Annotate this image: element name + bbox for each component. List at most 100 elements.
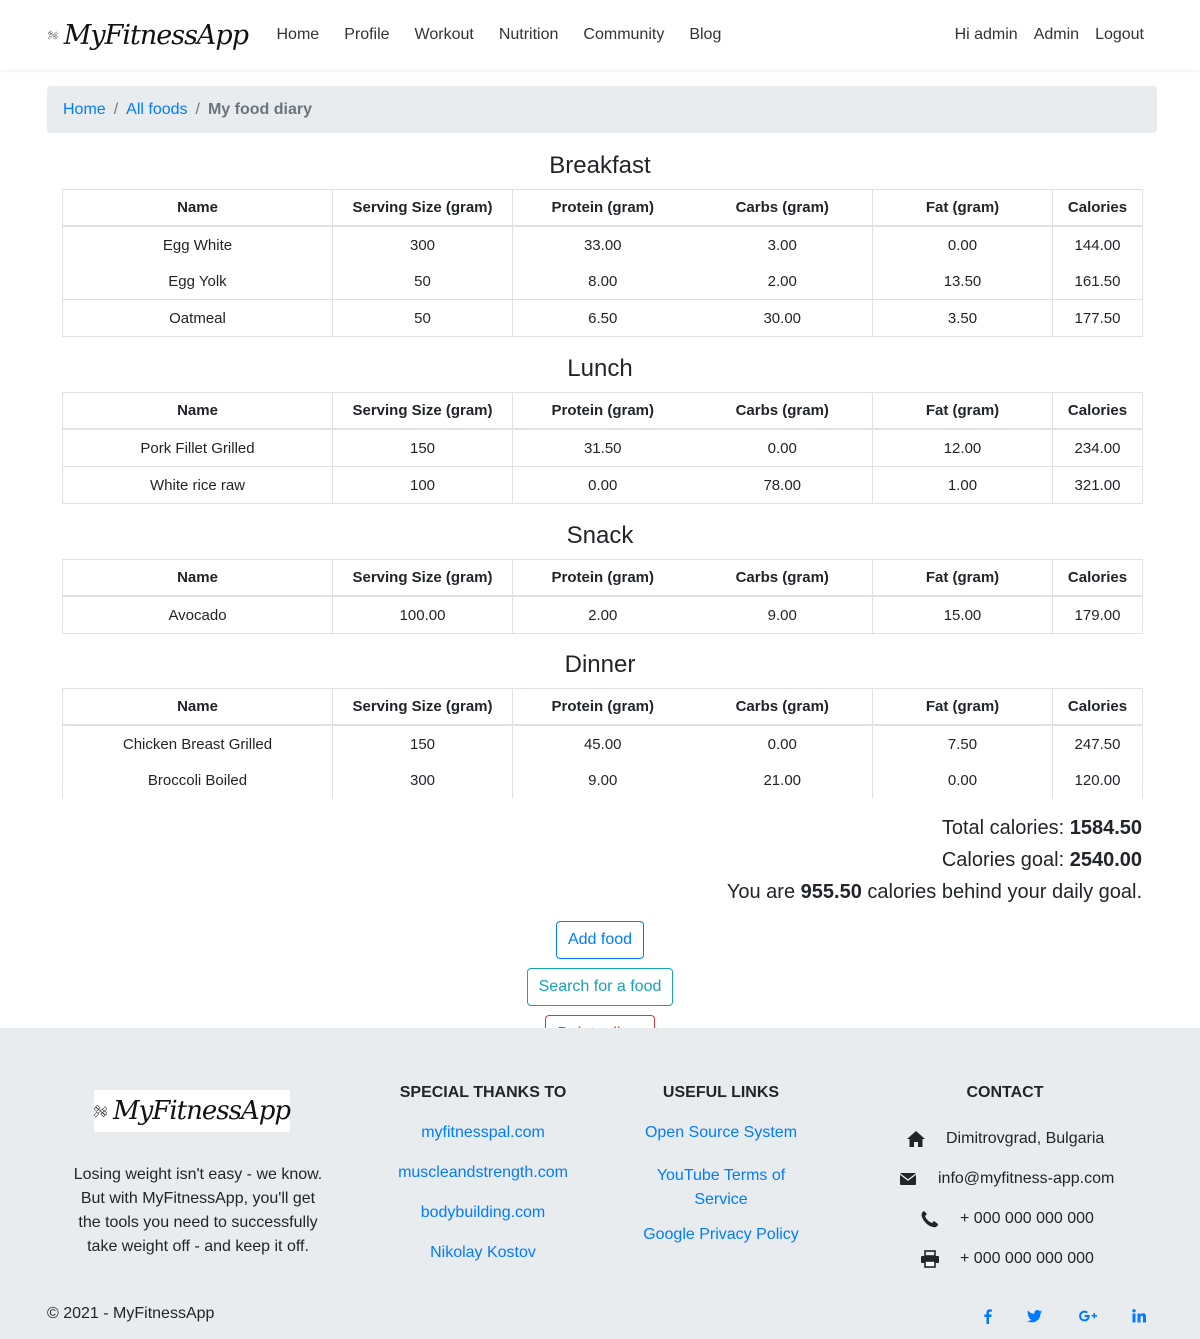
food-cell: 234.00 — [1052, 429, 1143, 467]
breadcrumb-home[interactable]: Home — [63, 101, 106, 119]
nav-home[interactable]: Home — [264, 0, 332, 70]
nav-logout[interactable]: Logout — [1087, 0, 1152, 70]
dumbbell-logo-icon — [94, 1104, 107, 1118]
useful-link[interactable]: YouTube Terms of Service — [631, 1164, 811, 1212]
twitter-icon[interactable] — [1027, 1308, 1043, 1324]
food-cell: 9.00 — [692, 596, 873, 634]
nav-profile[interactable]: Profile — [332, 0, 402, 70]
breakfast-title: Breakfast — [549, 152, 651, 179]
food-cell: Pork Fillet Grilled — [62, 429, 333, 467]
linkedin-icon[interactable] — [1131, 1308, 1147, 1324]
contact-address: Dimitrovgrad, Bulgaria — [906, 1130, 1104, 1148]
food-cell: White rice raw — [62, 466, 333, 504]
food-cell: 150 — [332, 429, 513, 467]
useful-links-heading: USEFUL LINKS — [662, 1084, 780, 1101]
column-header: Name — [62, 559, 333, 597]
food-cell: 0.00 — [872, 226, 1053, 263]
total-calories-label: Total calories: — [941, 817, 1065, 839]
thanks-link[interactable]: Nikolay Kostov — [383, 1244, 583, 1262]
useful-link[interactable]: Google Privacy Policy — [631, 1226, 811, 1244]
thanks-link[interactable]: myfitnesspal.com — [383, 1124, 583, 1142]
food-row: White rice raw 100 0.00 78.00 1.00 321.00 — [62, 466, 1143, 504]
navbar: MyFitnessApp Home Profile Workout Nutrit… — [0, 0, 1200, 70]
food-cell: 300 — [332, 762, 513, 798]
facebook-icon[interactable] — [980, 1308, 996, 1324]
food-cell: Chicken Breast Grilled — [62, 725, 333, 762]
footer-about: Losing weight isn't easy - we know. But … — [73, 1166, 323, 1255]
calories-goal: Calories goal: 2540.00 — [62, 844, 1142, 876]
nav-admin[interactable]: Admin — [1026, 0, 1087, 70]
food-cell: 33.00 — [583, 236, 622, 254]
footer-thanks: SPECIAL THANKS TO myfitnesspal.com muscl… — [383, 1084, 583, 1262]
totals-summary: Total calories: 1584.50 Calories goal: 2… — [62, 812, 1142, 908]
column-header: Serving Size (gram) — [332, 392, 513, 430]
nav-workout[interactable]: Workout — [402, 0, 486, 70]
food-cell: 6.50 — [512, 299, 693, 337]
food-cell: 3.50 — [872, 299, 1053, 337]
breadcrumb-separator: / — [113, 100, 119, 118]
column-header: Protein (gram) — [512, 189, 693, 227]
snack-title: Snack — [566, 522, 634, 549]
phone-icon — [921, 1211, 938, 1228]
home-icon — [907, 1131, 925, 1147]
column-header: Name — [62, 189, 333, 227]
add-food-button[interactable]: Add food — [555, 921, 645, 959]
food-cell: 21.00 — [692, 762, 873, 798]
contact-email-text[interactable]: info@myfitness-app.com — [938, 1170, 1114, 1188]
food-cell: 12.00 — [872, 429, 1053, 467]
food-cell: 8.00 — [588, 272, 618, 290]
breadcrumb: Home / All foods / My food diary — [47, 86, 1157, 133]
breadcrumb-current: My food diary — [207, 100, 312, 118]
contact-heading: CONTACT — [966, 1084, 1044, 1101]
search-food-button[interactable]: Search for a food — [526, 968, 674, 1006]
column-header: Calories — [1052, 559, 1143, 597]
column-header: Name — [62, 688, 333, 726]
food-cell: 100 — [332, 466, 513, 504]
total-calories-value: 1584.50 — [1069, 817, 1142, 839]
food-row: Egg White 300 33.00 3.00 0.00 144.00 — [62, 226, 1143, 263]
column-header: Fat (gram) — [872, 559, 1053, 597]
useful-link[interactable]: Open Source System — [631, 1124, 811, 1142]
food-cell: 0.00 — [692, 725, 873, 762]
thanks-heading: SPECIAL THANKS TO — [399, 1084, 567, 1101]
breakfast-table: Name Serving Size (gram) Protein (gram) Car… — [62, 189, 1143, 337]
nav-blog[interactable]: Blog — [677, 0, 734, 70]
food-cell: Egg Yolk — [62, 263, 333, 300]
food-cell: 3.00 — [692, 226, 873, 263]
food-cell: 13.50 — [872, 263, 1053, 300]
food-cell: 100.00 — [332, 596, 513, 634]
calories-goal-value: 2540.00 — [1069, 849, 1142, 871]
thanks-link[interactable]: bodybuilding.com — [383, 1204, 583, 1222]
column-header: Fat (gram) — [872, 688, 1053, 726]
dinner-title: Dinner — [564, 651, 636, 678]
dinner-table: Name Serving Size (gram) Protein (gram) Car… — [62, 688, 1143, 798]
food-cell: 2.00 — [692, 263, 873, 300]
breadcrumb-all-foods[interactable]: All foods — [126, 101, 187, 119]
column-header: Protein (gram) — [512, 688, 693, 726]
column-header: Serving Size (gram) — [332, 688, 513, 726]
calories-behind-suffix: calories behind your daily goal. — [867, 881, 1142, 903]
column-header: Protein (gram) — [512, 559, 693, 597]
brand-logo[interactable]: MyFitnessApp — [48, 15, 249, 55]
nav-nutrition[interactable]: Nutrition — [486, 0, 571, 70]
footer: MyFitnessApp Losing weight isn't easy - … — [0, 1028, 1200, 1339]
contact-phone: + 000 000 000 000 — [920, 1210, 1094, 1228]
food-cell: 30.00 — [692, 299, 873, 337]
footer-contact: CONTACT — [905, 1084, 1105, 1102]
food-row: Oatmeal 50 6.50 30.00 3.50 177.50 — [62, 299, 1143, 337]
food-cell: 9.00 — [588, 771, 618, 789]
calories-behind-value: 955.50 — [800, 881, 862, 903]
envelope-icon — [899, 1173, 917, 1185]
lunch-table: Name Serving Size (gram) Protein (gram) Car… — [62, 392, 1143, 504]
main-nav: Home Profile Workout Nutrition Community… — [264, 0, 734, 70]
brand-name: MyFitnessApp — [63, 19, 249, 51]
food-cell: 144.00 — [1052, 226, 1143, 263]
thanks-link[interactable]: muscleandstrength.com — [383, 1164, 583, 1182]
calories-behind: You are 955.50 calories behind your dail… — [62, 876, 1142, 908]
calories-behind-prefix: You are — [726, 881, 796, 903]
column-header: Carbs (gram) — [692, 189, 873, 227]
nav-community[interactable]: Community — [571, 0, 677, 70]
nav-greeting[interactable]: Hi admin — [947, 0, 1026, 70]
google-plus-icon[interactable] — [1078, 1308, 1098, 1324]
column-header: Carbs (gram) — [692, 688, 873, 726]
